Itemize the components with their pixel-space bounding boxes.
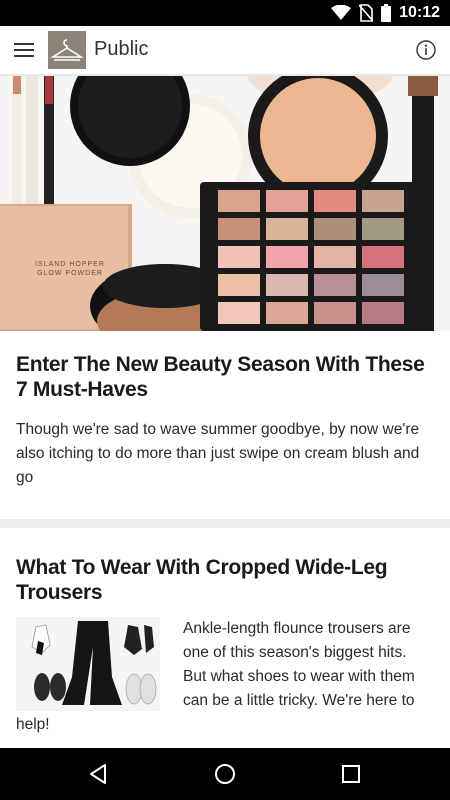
article-excerpt-wrap: Ankle-length flounce trousers are one of… <box>183 617 443 713</box>
eyeshadow-pan <box>218 302 260 324</box>
eyeshadow-pan <box>314 218 356 240</box>
back-icon[interactable] <box>86 762 110 786</box>
eyeshadow-pan <box>266 218 308 240</box>
eyeshadow-pan <box>266 190 308 212</box>
article-headline[interactable]: Enter The New Beauty Season With These 7… <box>16 352 434 402</box>
hamburger-menu-icon[interactable] <box>14 41 34 59</box>
status-icons: 10:12 <box>331 4 440 22</box>
eyeshadow-pan <box>314 190 356 212</box>
eyeshadow-pan <box>266 274 308 296</box>
no-sim-icon <box>359 4 374 22</box>
shoes-trousers-illustration <box>16 617 160 711</box>
article-headline[interactable]: What To Wear With Cropped Wide-Leg Trous… <box>16 555 434 605</box>
eyeshadow-pan <box>218 218 260 240</box>
eyeshadow-pan <box>362 218 404 240</box>
article-excerpt-line: one of this season's biggest hits. <box>183 644 407 661</box>
article-excerpt-line: Ankle-length flounce trousers are <box>183 620 411 637</box>
article-thumbnail[interactable] <box>16 617 160 711</box>
article-excerpt-line: help! <box>16 716 50 733</box>
app-logo <box>48 31 86 69</box>
cosmetics-illustration: ISLAND HOPPER GLOW POWDER <box>0 76 450 331</box>
eyeshadow-pan <box>314 274 356 296</box>
battery-icon <box>381 4 392 22</box>
article-excerpt: Though we're sad to wave summer goodbye,… <box>16 421 420 486</box>
app-bar: Public <box>0 26 450 76</box>
article-card-2[interactable]: What To Wear With Cropped Wide-Leg Trous… <box>16 555 434 605</box>
eyeshadow-pan <box>314 246 356 268</box>
section-divider <box>0 519 450 528</box>
product-label-line1: ISLAND HOPPER <box>35 261 105 268</box>
eyeshadow-pan <box>362 190 404 212</box>
eyeshadow-pan <box>218 246 260 268</box>
eyeshadow-pan <box>362 274 404 296</box>
eyeshadow-pan <box>266 246 308 268</box>
eyeshadow-pan <box>218 190 260 212</box>
info-icon[interactable] <box>416 40 436 60</box>
eyeshadow-pan <box>314 302 356 324</box>
article-hero-image[interactable]: ISLAND HOPPER GLOW POWDER <box>0 76 450 331</box>
eyeshadow-pan <box>362 246 404 268</box>
status-bar: 10:12 <box>0 0 450 26</box>
wifi-icon <box>331 5 352 20</box>
system-nav-bar <box>0 748 450 800</box>
article-excerpt-line: But what shoes to wear with them <box>183 668 415 685</box>
article-card-1[interactable]: Enter The New Beauty Season With These 7… <box>16 352 434 490</box>
eyeshadow-pan <box>362 302 404 324</box>
product-label-line2: GLOW POWDER <box>37 270 103 277</box>
app-title: Public <box>94 38 149 60</box>
home-icon[interactable] <box>213 762 237 786</box>
clock: 10:12 <box>399 4 440 21</box>
eyeshadow-pan <box>218 274 260 296</box>
eyeshadow-pan <box>266 302 308 324</box>
hanger-icon <box>50 39 84 61</box>
article-excerpt-line: can be a little tricky. We're here to <box>183 692 415 709</box>
recents-icon[interactable] <box>339 762 363 786</box>
